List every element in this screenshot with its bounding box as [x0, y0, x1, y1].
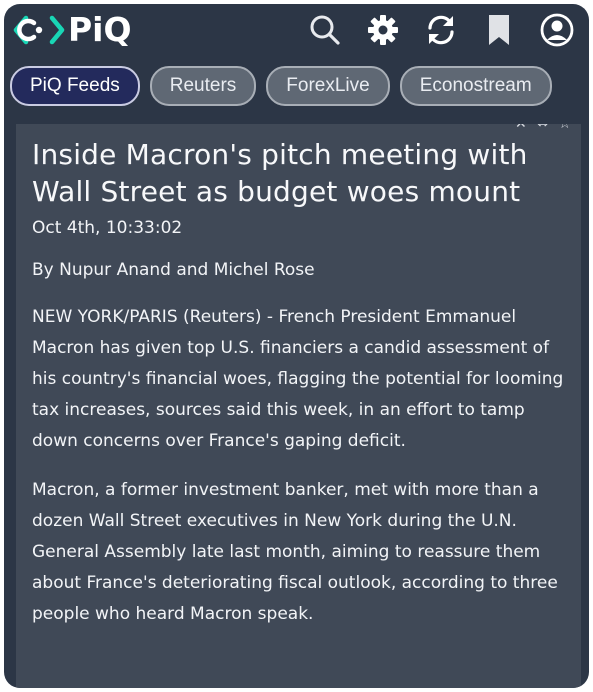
- article-paragraph: NEW YORK/PARIS (Reuters) - French Presid…: [32, 307, 564, 451]
- article-panel: ✕ ⇔ ☆ Inside Macron's pitch meeting with…: [16, 124, 581, 688]
- tab-econostream[interactable]: Econostream: [399, 66, 552, 106]
- feed-tabs: PiQ Feeds Reuters ForexLive Econostream: [10, 66, 552, 106]
- header-actions: [307, 12, 575, 48]
- logo-mark-icon: [13, 15, 65, 45]
- tab-forexlive[interactable]: ForexLive: [266, 66, 390, 106]
- tab-piq-feeds[interactable]: PiQ Feeds: [10, 66, 140, 106]
- tab-reuters[interactable]: Reuters: [149, 66, 257, 106]
- article-actions: ✕ ⇔ ☆: [515, 124, 571, 132]
- article-byline: By Nupur Anand and Michel Rose: [32, 260, 315, 280]
- expand-icon[interactable]: ⇔: [537, 124, 549, 132]
- top-bar: PiQ: [4, 4, 589, 56]
- settings-icon[interactable]: [365, 12, 401, 48]
- article-headline: Inside Macron's pitch meeting with Wall …: [32, 138, 528, 208]
- app-window: PiQ PiQ Feeds Reuters ForexLive Econostr…: [4, 4, 589, 688]
- refresh-icon[interactable]: [423, 12, 459, 48]
- close-icon[interactable]: ✕: [515, 124, 527, 132]
- article-timestamp: Oct 4th, 10:33:02: [32, 218, 183, 238]
- article-content: Inside Macron's pitch meeting with Wall …: [16, 124, 581, 630]
- account-icon[interactable]: [539, 12, 575, 48]
- article-paragraph: Macron, a former investment banker, met …: [32, 480, 558, 624]
- logo-text: PiQ: [68, 10, 132, 49]
- search-icon[interactable]: [307, 12, 343, 48]
- bookmark-icon[interactable]: [481, 12, 517, 48]
- piq-logo[interactable]: PiQ: [12, 12, 132, 48]
- star-icon[interactable]: ☆: [558, 124, 571, 132]
